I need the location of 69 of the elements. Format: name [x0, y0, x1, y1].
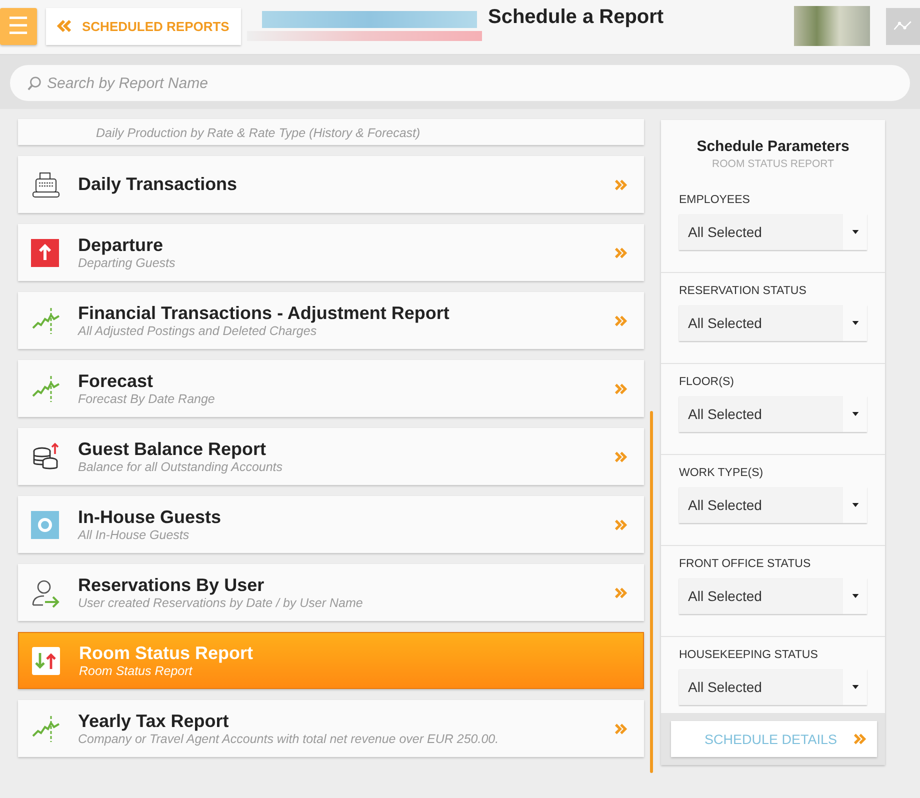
report-item[interactable]: Forecast Forecast By Date Range — [18, 360, 644, 417]
report-title: Departure — [78, 234, 164, 256]
line-chart-icon — [31, 374, 61, 404]
field-label: WORK TYPE(S) — [679, 467, 764, 479]
line-graph-icon — [892, 19, 914, 33]
field-label: HOUSEKEEPING STATUS — [679, 649, 819, 661]
scrollbar[interactable] — [650, 411, 653, 773]
panel-title: Schedule Parameters — [696, 138, 850, 155]
double-chevron-icon — [614, 586, 628, 598]
cash-register-icon — [31, 170, 61, 200]
up-down-arrows-icon — [32, 646, 60, 674]
field-label: FLOOR(S) — [679, 376, 735, 388]
double-chevron-icon — [614, 518, 628, 530]
double-chevron-icon — [614, 382, 628, 394]
report-description: Room Status Report — [79, 664, 194, 678]
caret-icon — [852, 503, 858, 507]
double-chevron-icon — [853, 733, 867, 745]
report-title: Forecast — [78, 370, 154, 392]
report-item[interactable]: Yearly Tax Report Company or Travel Agent Accounts with total net revenue over EUR 250.00. — [18, 700, 644, 757]
report-description: Balance for all Outstanding Accounts — [78, 460, 284, 474]
report-item[interactable]: Departure Departing Guests — [18, 224, 644, 281]
dropdown-field[interactable]: All Selected — [679, 669, 867, 705]
page-title: Schedule a Report — [488, 6, 664, 29]
report-title: In-House Guests — [78, 506, 222, 528]
field-label: RESERVATION STATUS — [679, 285, 808, 297]
report-title: Room Status Report — [79, 642, 254, 664]
line-chart-icon — [31, 306, 61, 336]
report-description: Company or Travel Agent Accounts with total net revenue over EUR 250.00. — [78, 732, 500, 746]
double-chevron-icon — [56, 19, 72, 33]
circle-square-icon — [31, 510, 59, 538]
report-title: Yearly Tax Report — [78, 710, 230, 732]
dropdown-field[interactable]: All Selected — [679, 305, 867, 341]
report-title: Reservations By User — [78, 574, 266, 596]
caret-icon — [852, 594, 858, 598]
report-description: Departing Guests — [78, 256, 176, 270]
dropdown-field[interactable]: All Selected — [679, 578, 867, 614]
dropdown-field[interactable]: All Selected — [679, 396, 867, 432]
field-label: EMPLOYEES — [679, 194, 751, 206]
report-item[interactable]: In-House Guests All In-House Guests — [18, 496, 644, 553]
report-title: Financial Transactions - Adjustment Report — [78, 302, 450, 324]
report-item[interactable]: Daily Transactions — [18, 156, 644, 213]
field-label: FRONT OFFICE STATUS — [679, 558, 812, 570]
report-description: User created Reservations by Date / by User Name — [78, 596, 364, 610]
dropdown-field[interactable]: All Selected — [679, 487, 867, 523]
activity-button[interactable] — [886, 8, 920, 44]
double-chevron-icon — [614, 450, 628, 462]
report-title: Guest Balance Report — [78, 438, 268, 460]
line-chart-icon — [31, 714, 61, 744]
dropdown-field[interactable]: All Selected — [679, 214, 867, 250]
report-item[interactable]: Financial Transactions - Adjustment Report All Adjusted Postings and Deleted Charges — [18, 292, 644, 349]
coins-icon — [31, 442, 61, 472]
report-description: Daily Production by Rate & Rate Type (History & Forecast) — [96, 126, 422, 141]
search-field[interactable]: Search by Report Name — [10, 65, 910, 101]
caret-icon — [852, 230, 858, 234]
caret-icon — [852, 321, 858, 325]
report-item[interactable]: Reservations By User User created Reservations by Date / by User Name — [18, 564, 644, 621]
double-chevron-icon — [614, 314, 628, 326]
report-description: All Adjusted Postings and Deleted Charges — [78, 324, 318, 338]
report-item[interactable]: Guest Balance Report Balance for all Outstanding Accounts — [18, 428, 644, 485]
report-description: All In-House Guests — [78, 528, 190, 542]
report-description: Forecast By Date Range — [78, 392, 216, 406]
double-chevron-icon — [614, 178, 628, 190]
caret-icon — [852, 412, 858, 416]
panel-subtitle: ROOM STATUS REPORT — [712, 158, 834, 170]
caret-icon — [852, 685, 858, 689]
user-arrow-icon — [31, 578, 61, 608]
double-chevron-icon — [614, 722, 628, 734]
report-title: Daily Transactions — [78, 174, 238, 195]
double-chevron-icon — [614, 246, 628, 258]
